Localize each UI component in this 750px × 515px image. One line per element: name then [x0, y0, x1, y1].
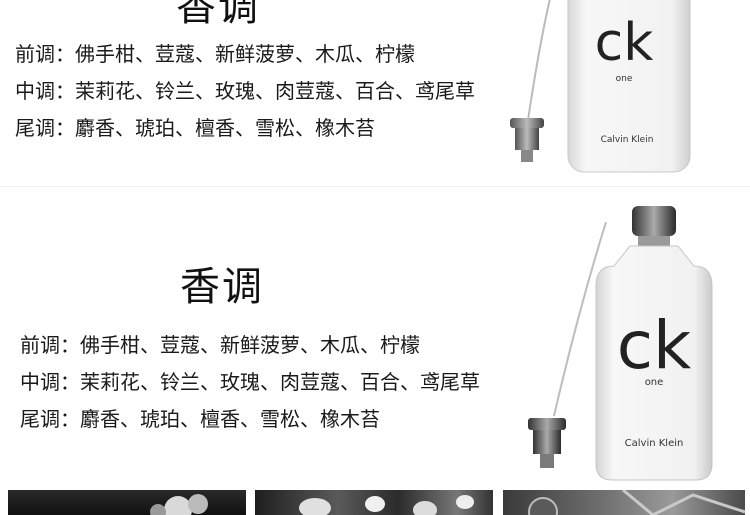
ck-logo: ck: [617, 307, 692, 384]
top-notes: 前调：佛手柑、荳蔻、新鲜菠萝、木瓜、柠檬: [15, 42, 415, 66]
middle-notes: 中调：茉莉花、铃兰、玫瑰、肉荳蔻、百合、鸢尾草: [15, 79, 475, 103]
ck-sub-label: one: [645, 377, 664, 388]
ck-logo: ck: [595, 13, 654, 73]
section-heading: 香调: [176, 0, 260, 30]
section-divider: [0, 186, 750, 187]
base-notes: 尾调：麝香、琥珀、檀香、雪松、橡木苔: [15, 116, 375, 140]
notes-list: 前调：佛手柑、荳蔻、新鲜菠萝、木瓜、柠檬 中调：茉莉花、铃兰、玫瑰、肉荳蔻、百合…: [15, 40, 475, 151]
photo-strip-left: [8, 490, 246, 515]
base-notes: 尾调：麝香、琥珀、檀香、雪松、橡木苔: [20, 407, 380, 431]
brand-label: Calvin Klein: [601, 135, 654, 145]
ck-sub-label: one: [616, 74, 633, 84]
photo-strip-middle: [255, 490, 493, 515]
notes-list: 前调：佛手柑、荳蔻、新鲜菠萝、木瓜、柠檬 中调：茉莉花、铃兰、玫瑰、肉荳蔻、百合…: [20, 331, 480, 442]
top-notes: 前调：佛手柑、荳蔻、新鲜菠萝、木瓜、柠檬: [20, 333, 420, 357]
fragrance-notes-section: 香调 前调：佛手柑、荳蔻、新鲜菠萝、木瓜、柠檬 中调：茉莉花、铃兰、玫瑰、肉荳蔻…: [0, 196, 750, 486]
section-heading: 香调: [180, 264, 264, 310]
photo-strip-right: [503, 490, 745, 515]
brand-label: Calvin Klein: [625, 438, 684, 449]
fragrance-notes-section-top: 香调 前调：佛手柑、荳蔻、新鲜菠萝、木瓜、柠檬 中调：茉莉花、铃兰、玫瑰、肉荳蔻…: [0, 0, 750, 188]
perfume-bottle-image: ck one Calvin Klein: [500, 0, 700, 189]
photo-strip-row: [0, 490, 750, 515]
middle-notes: 中调：茉莉花、铃兰、玫瑰、肉荳蔻、百合、鸢尾草: [20, 370, 480, 394]
perfume-bottle-image: ck one Calvin Klein: [520, 202, 730, 492]
